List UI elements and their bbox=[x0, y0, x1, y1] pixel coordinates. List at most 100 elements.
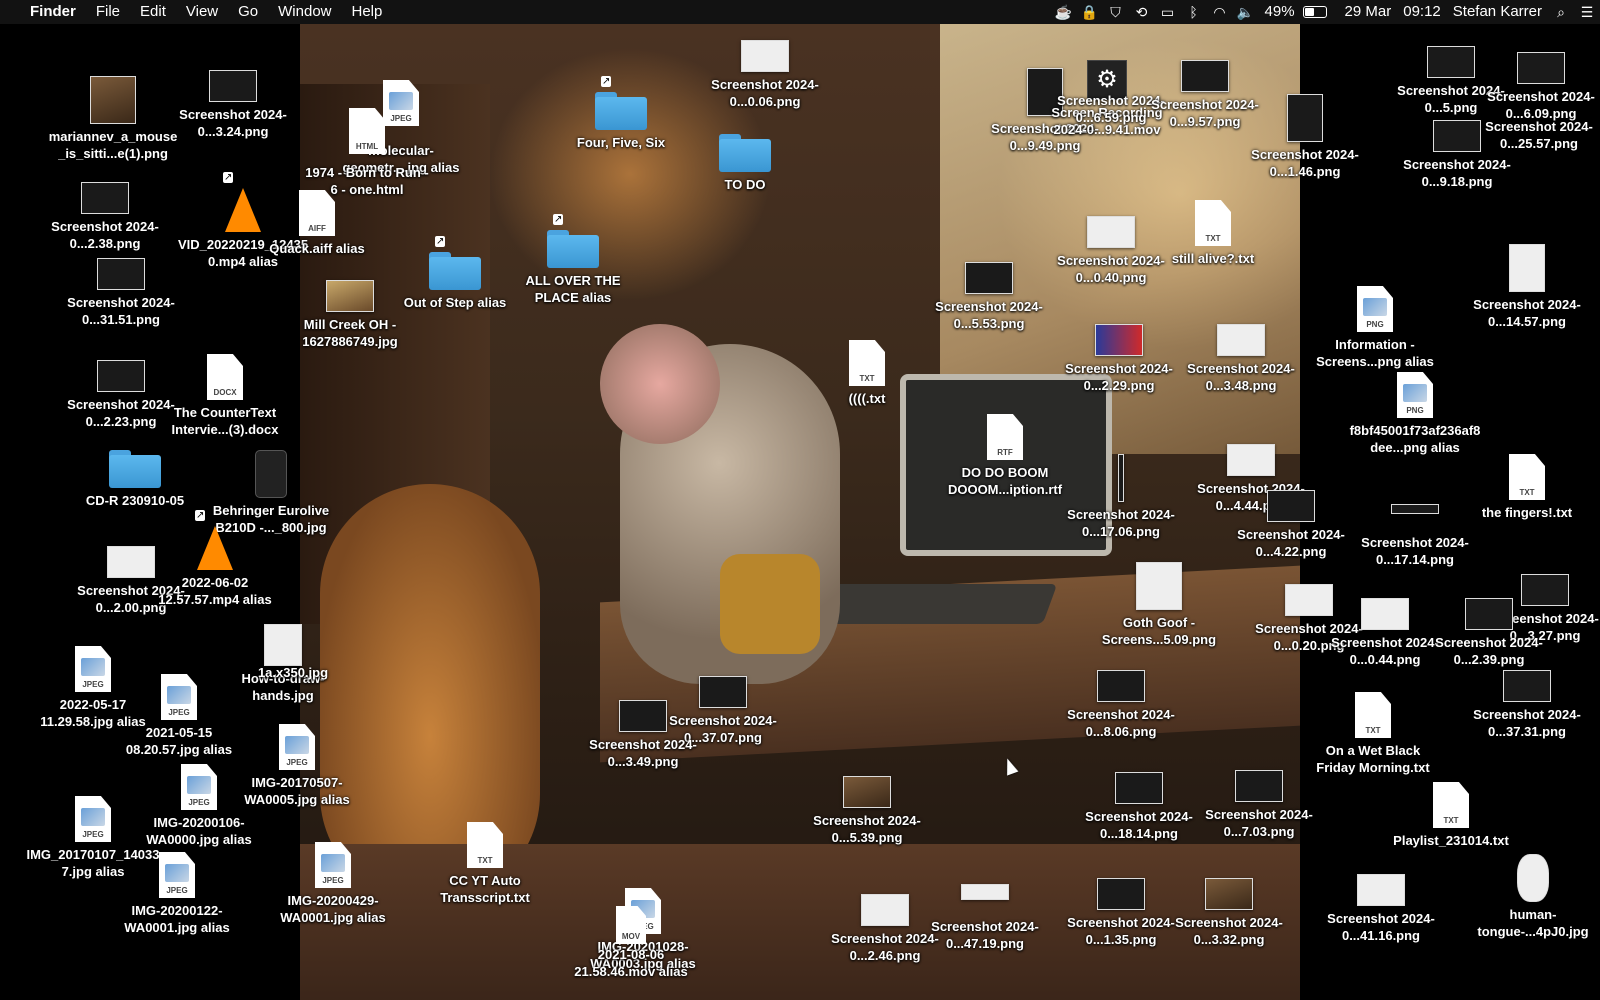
screenshot-thumbnail-icon bbox=[81, 182, 129, 214]
desktop-file[interactable]: JPEG 2021-05-15 08.20.57.jpg alias bbox=[112, 674, 246, 758]
desktop-file[interactable]: Behringer Eurolive B210D -..._800.jpg bbox=[204, 450, 338, 536]
image-thumbnail-icon bbox=[326, 280, 374, 312]
desktop-file[interactable]: Screenshot 2024-0...18.14.png bbox=[1072, 772, 1206, 842]
time-machine-icon[interactable]: ⟲ bbox=[1129, 0, 1155, 24]
vpn-shield-icon[interactable]: ⛉ bbox=[1103, 0, 1129, 24]
desktop-folder[interactable]: Out of Step alias bbox=[388, 236, 522, 311]
desktop-folder[interactable]: Four, Five, Six bbox=[554, 76, 688, 151]
menu-edit[interactable]: Edit bbox=[130, 0, 176, 24]
jpeg-file-icon: JPEG bbox=[315, 842, 351, 888]
bluetooth-icon[interactable]: ᛒ bbox=[1181, 0, 1207, 24]
spotlight-search-icon[interactable]: ⌕ bbox=[1548, 0, 1574, 24]
txt-file-icon: TXT bbox=[467, 822, 503, 868]
jpeg-file-icon: JPEG bbox=[181, 764, 217, 810]
file-label: CC YT Auto Transscript.txt bbox=[440, 873, 530, 905]
user-name[interactable]: Stefan Karrer bbox=[1447, 0, 1548, 24]
desktop-file[interactable]: PNG f8bf45001f73af236af8dee...png alias bbox=[1348, 372, 1482, 456]
menu-file[interactable]: File bbox=[86, 0, 130, 24]
desktop-file[interactable]: Screenshot 2024-0...41.16.png bbox=[1314, 874, 1448, 944]
desktop-folder[interactable]: CD-R 230910-05 bbox=[68, 450, 202, 509]
desktop-file[interactable]: Screenshot 2024-0...2.29.png bbox=[1052, 324, 1186, 394]
clock-date[interactable]: 29 Mar bbox=[1339, 0, 1398, 24]
desktop-file[interactable]: TXT CC YT Auto Transscript.txt bbox=[418, 822, 552, 906]
desktop-file[interactable]: Screenshot 2024-0...17.06.png bbox=[1054, 454, 1188, 540]
menu-bar: Finder File Edit View Go Window Help ☕ 🔒… bbox=[0, 0, 1600, 24]
vlc-cone-icon bbox=[195, 510, 233, 570]
image-thumbnail-icon bbox=[90, 76, 136, 124]
desktop-file[interactable]: Screenshot 2024-0...7.03.png bbox=[1192, 770, 1326, 840]
desktop-file[interactable]: AIFF Quack.aiff alias bbox=[250, 190, 384, 257]
desktop-folder[interactable]: TO DO bbox=[678, 134, 812, 193]
clock-time[interactable]: 09:12 bbox=[1397, 0, 1447, 24]
airplay-icon[interactable]: ▭ bbox=[1155, 0, 1181, 24]
desktop-file[interactable]: Screenshot 2024-0...1.46.png bbox=[1238, 94, 1372, 180]
battery-icon[interactable] bbox=[1302, 6, 1327, 18]
desktop-file[interactable]: DOCX The CounterText Intervie...(3).docx bbox=[158, 354, 292, 438]
desktop-file[interactable]: Screenshot 2024-0...8.06.png bbox=[1054, 670, 1188, 740]
file-label: IMG-20200122-WA0001.jpg alias bbox=[124, 903, 230, 935]
file-label: IMG-20200429-WA0001.jpg alias bbox=[280, 893, 386, 925]
screenshot-thumbnail-icon bbox=[1217, 324, 1265, 356]
file-label: Screenshot 2024-0...41.16.png bbox=[1327, 911, 1435, 943]
file-label: Screenshot 2024-0...17.14.png bbox=[1361, 535, 1469, 567]
desktop-file[interactable]: RTF DO DO BOOM DOOOM...iption.rtf bbox=[938, 414, 1072, 498]
menu-go[interactable]: Go bbox=[228, 0, 268, 24]
teapot-icon[interactable]: ☕ bbox=[1051, 0, 1077, 24]
menu-view[interactable]: View bbox=[176, 0, 228, 24]
desktop-file[interactable]: human-tongue-...4pJ0.jpg bbox=[1466, 854, 1600, 940]
lock-icon[interactable]: 🔒 bbox=[1077, 0, 1103, 24]
desktop-file[interactable]: Screenshot 2024-0...5.39.png bbox=[800, 776, 934, 846]
desktop-file[interactable]: HTML 1974 - Born to Run - 6 - one.html bbox=[300, 108, 434, 198]
desktop-file[interactable]: JPEG IMG-20200429-WA0001.jpg alias bbox=[266, 842, 400, 926]
desktop-file[interactable]: 2022-06-02 12.57.57.mp4 alias bbox=[148, 510, 282, 608]
desktop-file[interactable]: TXT On a Wet Black Friday Morning.txt bbox=[1306, 692, 1440, 776]
desktop-file[interactable]: MOV 2021-08-06 21.58.46.mov alias bbox=[564, 906, 698, 980]
desktop-file[interactable]: TXT ((((.txt bbox=[800, 340, 934, 407]
desktop-file[interactable]: TXT still alive?.txt bbox=[1146, 200, 1280, 267]
desktop-file[interactable]: Screenshot 2024-0...37.31.png bbox=[1460, 670, 1594, 740]
file-label: DO DO BOOM DOOOM...iption.rtf bbox=[947, 465, 1063, 497]
file-label: Screenshot 2024-0...7.03.png bbox=[1205, 807, 1313, 839]
desktop-file[interactable]: Screenshot 2024-0...3.24.png bbox=[166, 70, 300, 140]
desktop-file[interactable]: JPEG IMG-20200122-WA0001.jpg alias bbox=[110, 852, 244, 936]
desktop-file[interactable]: Screenshot 2024-0...0.06.png bbox=[698, 40, 832, 110]
file-label: mariannev_a_mouse_is_sitti...e(1).png bbox=[48, 129, 178, 161]
desktop-file[interactable]: TXT Playlist_231014.txt bbox=[1384, 782, 1518, 849]
desktop-folder[interactable]: ALL OVER THE PLACE alias bbox=[506, 214, 640, 306]
desktop-file[interactable]: Screenshot 2024-0...9.18.png bbox=[1390, 120, 1524, 190]
menu-app-finder[interactable]: Finder bbox=[20, 0, 86, 24]
desktop-file[interactable]: mariannev_a_mouse_is_sitti...e(1).png bbox=[46, 76, 180, 162]
desktop-file[interactable]: Screenshot 2024-0...14.57.png bbox=[1460, 244, 1594, 330]
desktop-file[interactable]: Screenshot 2024-0...3.32.png bbox=[1162, 878, 1296, 948]
screenshot-thumbnail-icon bbox=[861, 894, 909, 926]
file-label: ((((.txt bbox=[848, 391, 886, 406]
battery-percent[interactable]: 49% bbox=[1259, 0, 1301, 24]
desktop-file[interactable]: Screenshot 2024-0...31.51.png bbox=[54, 258, 188, 328]
control-center-icon[interactable]: ☰ bbox=[1574, 0, 1600, 24]
menu-help[interactable]: Help bbox=[342, 0, 393, 24]
folder-label: Out of Step alias bbox=[403, 295, 507, 310]
screenshot-thumbnail-icon bbox=[843, 776, 891, 808]
screenshot-thumbnail-icon bbox=[1205, 878, 1253, 910]
desktop-file[interactable]: Screenshot 2024-0...2.38.png bbox=[38, 182, 172, 252]
desktop-file[interactable]: Screenshot 2024-0...47.19.png bbox=[918, 884, 1052, 952]
file-label: Screenshot 2024-0...2.38.png bbox=[51, 219, 159, 251]
desktop-file[interactable]: Screenshot 2024-0...4.22.png bbox=[1224, 490, 1358, 560]
desktop-file[interactable]: Screenshot 2024-0...3.49.png bbox=[576, 700, 710, 770]
desktop-file[interactable]: Screenshot 2024-0...17.14.png bbox=[1348, 504, 1482, 568]
file-label: still alive?.txt bbox=[1171, 251, 1255, 266]
desktop-file[interactable]: Screenshot 2024-0...5.53.png bbox=[922, 262, 1056, 332]
desktop-file[interactable]: Screenshot 2024-0...3.48.png bbox=[1174, 324, 1308, 394]
menu-window[interactable]: Window bbox=[268, 0, 341, 24]
desktop-file[interactable]: Screenshot 2024-0...2.39.png bbox=[1422, 598, 1556, 668]
desktop-file[interactable]: Goth Goof - Screens...5.09.png bbox=[1092, 562, 1226, 648]
screenshot-thumbnail-icon bbox=[1097, 878, 1145, 910]
desktop-file[interactable]: 1a.x350.jpg bbox=[226, 618, 360, 681]
volume-icon[interactable]: 🔈 bbox=[1233, 0, 1259, 24]
screenshot-thumbnail-icon bbox=[1509, 244, 1545, 292]
wifi-icon[interactable]: ◠ bbox=[1207, 0, 1233, 24]
wallpaper-keyboard bbox=[812, 584, 1058, 624]
screenshot-thumbnail-icon bbox=[961, 884, 1009, 900]
desktop-file[interactable]: PNG Information - Screens...png alias bbox=[1308, 286, 1442, 370]
file-label: Screenshot 2024-0...3.48.png bbox=[1187, 361, 1295, 393]
